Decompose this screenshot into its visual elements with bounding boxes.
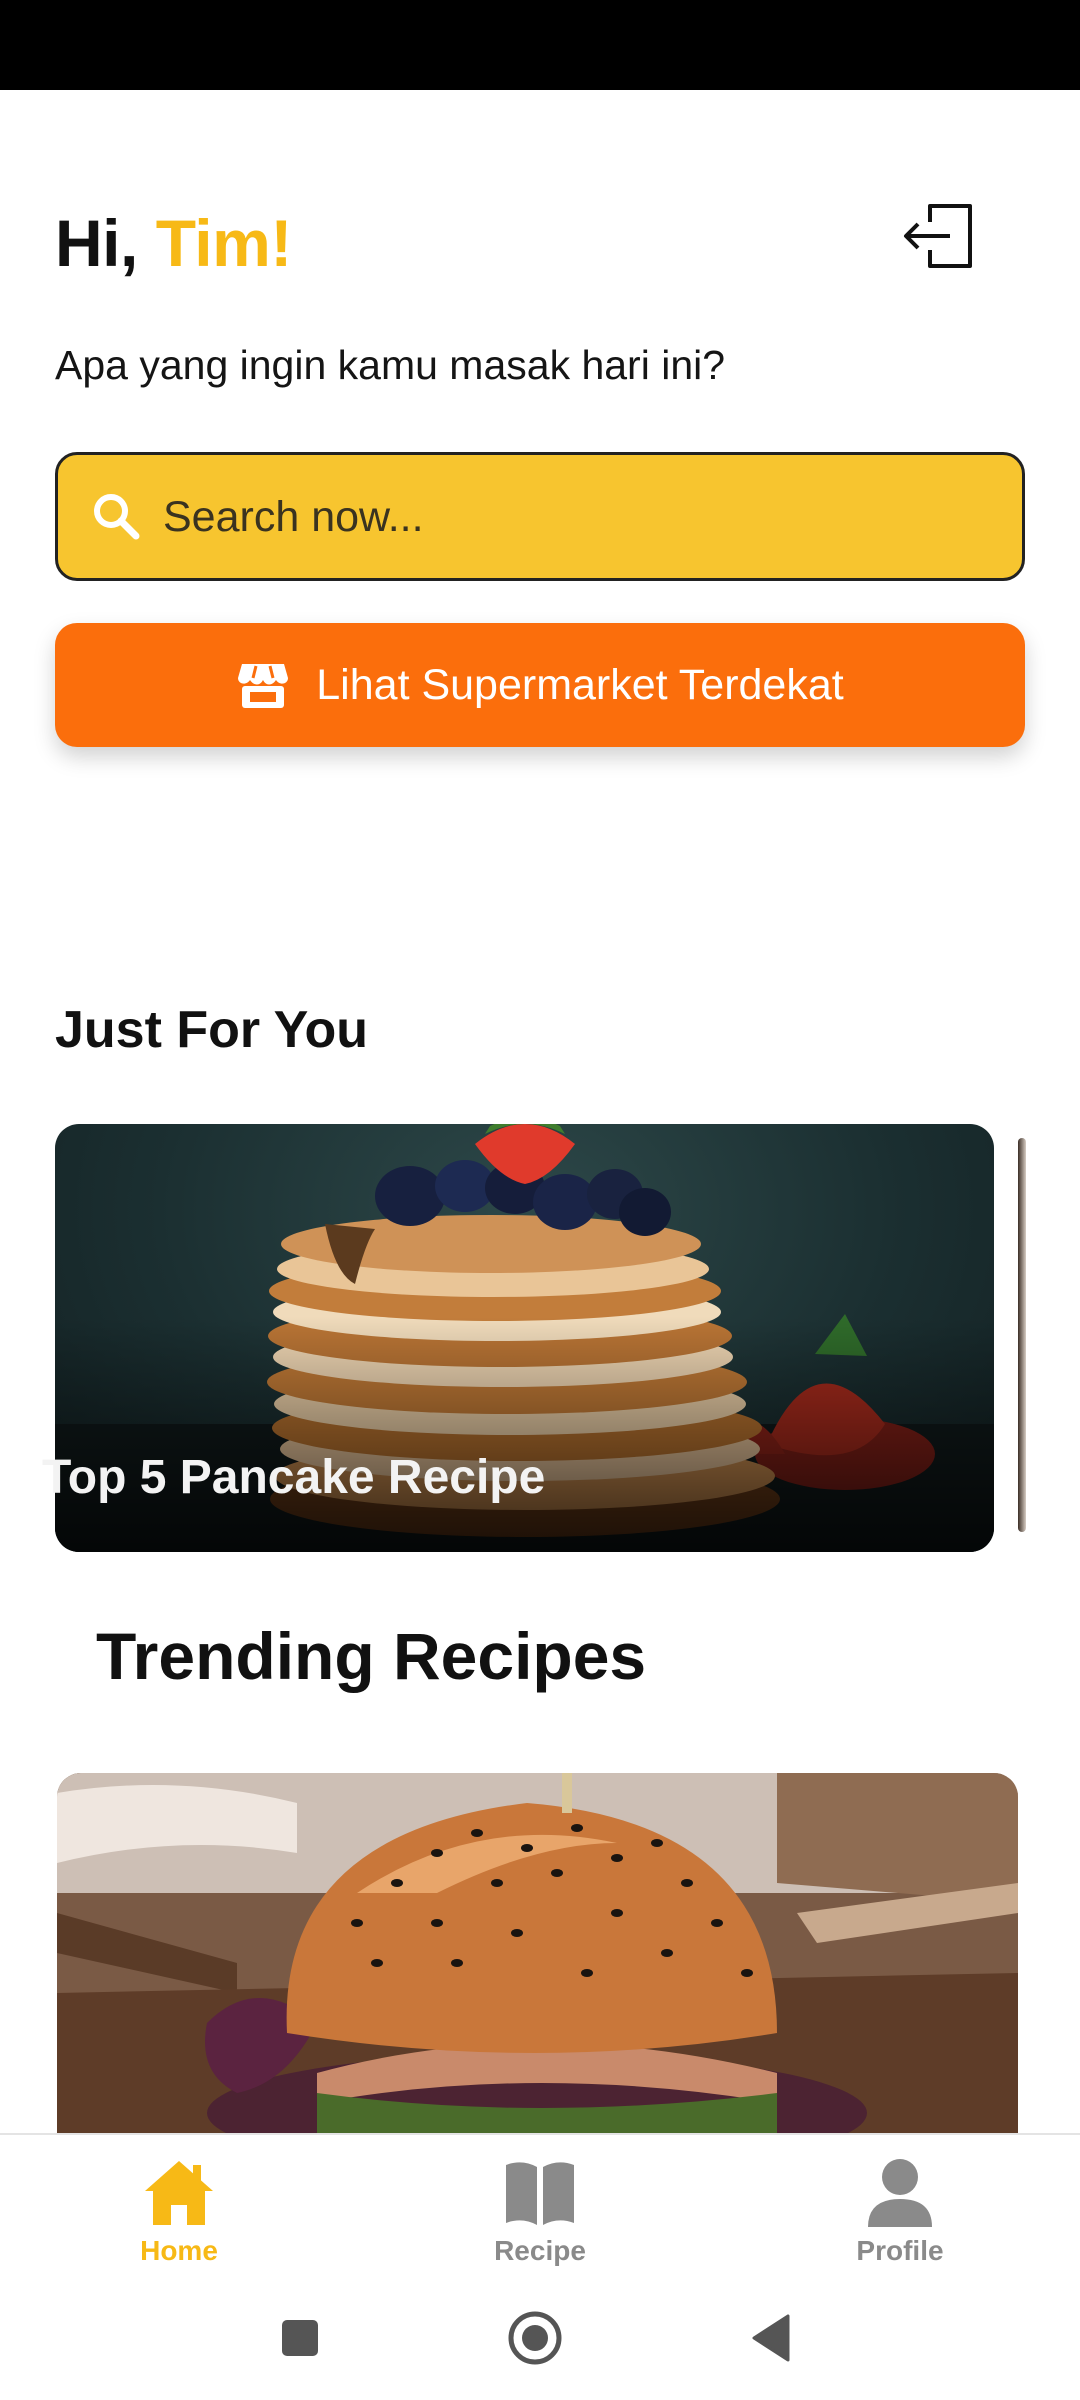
trending-recipe-card[interactable] (57, 1773, 1018, 2133)
greeting-heading: Hi, Tim! (55, 205, 292, 281)
recents-button[interactable] (268, 2306, 332, 2370)
home-screen: Hi, Tim! Apa yang ingin kamu masak hari … (0, 0, 1080, 2400)
nav-item-recipe[interactable]: Recipe (440, 2155, 640, 2270)
logout-button[interactable] (900, 196, 980, 276)
square-icon (282, 2320, 318, 2356)
subtitle-question: Apa yang ingin kamu masak hari ini? (55, 342, 726, 388)
nav-item-profile[interactable]: Profile (800, 2155, 1000, 2270)
back-triangle-icon (752, 2314, 790, 2362)
greeting-prefix: Hi, (55, 206, 156, 280)
status-bar (0, 0, 1080, 90)
home-icon (145, 2161, 213, 2225)
circle-icon (508, 2311, 562, 2365)
system-navigation-bar (0, 2278, 1080, 2400)
search-icon (94, 494, 140, 540)
burger-image (57, 1773, 1018, 2133)
store-icon (238, 664, 289, 708)
greeting-user-name: Tim! (155, 206, 293, 280)
logout-icon (904, 204, 972, 268)
nav-label-recipe: Recipe (494, 2235, 586, 2266)
trending-recipes-title: Trending Recipes (96, 1619, 647, 1693)
nearby-supermarket-label: Lihat Supermarket Terdekat (316, 660, 844, 709)
nearby-supermarket-button[interactable]: Lihat Supermarket Terdekat (55, 623, 1025, 747)
recipe-card-title: Top 5 Pancake Recipe (42, 1451, 546, 1504)
just-for-you-title: Just For You (55, 1001, 368, 1059)
nav-label-profile: Profile (856, 2235, 944, 2266)
person-icon (868, 2159, 932, 2227)
search-bar[interactable] (55, 452, 1025, 581)
nav-item-home[interactable]: Home (79, 2155, 279, 2270)
search-input[interactable] (163, 477, 983, 557)
home-system-button[interactable] (503, 2306, 567, 2370)
book-icon (506, 2162, 574, 2225)
next-card-peek[interactable] (1018, 1138, 1026, 1532)
nav-label-home: Home (140, 2235, 218, 2266)
bottom-navigation: Home Recipe Profile (0, 2133, 1080, 2278)
back-button[interactable] (740, 2306, 804, 2370)
